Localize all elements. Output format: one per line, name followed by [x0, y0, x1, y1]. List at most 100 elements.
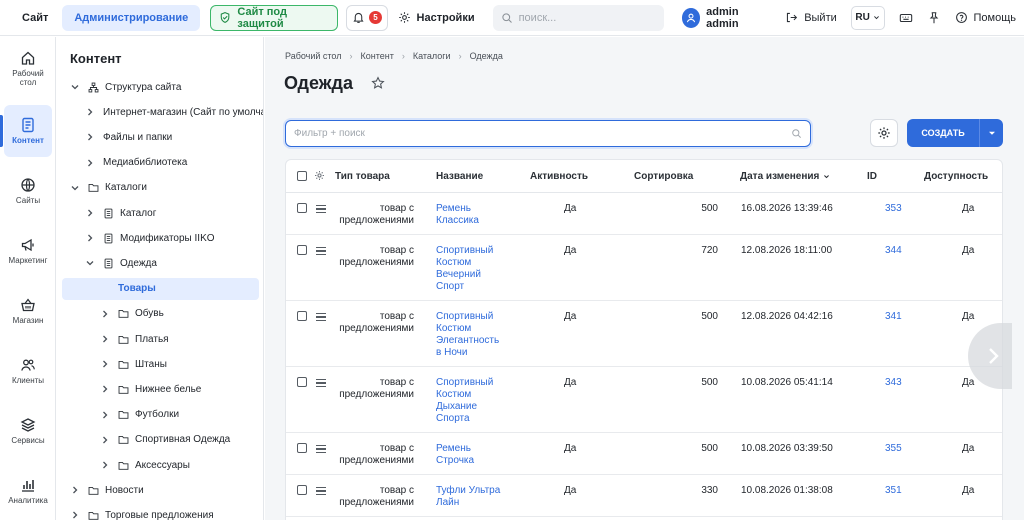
- tree-item[interactable]: Новости: [62, 479, 259, 501]
- tree-item[interactable]: Модификаторы IIKO: [62, 227, 259, 249]
- filter-search-input[interactable]: Фильтр + поиск: [285, 120, 811, 147]
- drag-handle-icon[interactable]: [316, 205, 326, 213]
- cell-id-link[interactable]: 355: [885, 443, 902, 454]
- chevron-right-icon[interactable]: [100, 359, 110, 369]
- column-sort[interactable]: Сортировка: [634, 171, 693, 182]
- tree-item[interactable]: Обувь: [62, 303, 259, 325]
- chevron-right-icon[interactable]: [85, 158, 95, 168]
- columns-gear-icon[interactable]: [314, 170, 326, 182]
- tree-item[interactable]: Аксессуары: [62, 454, 259, 476]
- cell-id-link[interactable]: 351: [885, 485, 902, 496]
- cell-id-link[interactable]: 343: [885, 377, 902, 388]
- nav-clients[interactable]: Клиенты: [4, 345, 52, 397]
- settings-button[interactable]: Настройки: [398, 11, 475, 24]
- tree-item[interactable]: Спортивная Одежда: [62, 429, 259, 451]
- chevron-right-icon[interactable]: [85, 132, 95, 142]
- logout-button[interactable]: Выйти: [785, 11, 837, 24]
- select-all-checkbox[interactable]: [297, 171, 307, 181]
- drag-handle-icon[interactable]: [316, 379, 326, 387]
- chevron-down-icon[interactable]: [70, 183, 80, 193]
- cell-name-link[interactable]: Спортивный Костюм Дыхание Спорта: [436, 377, 516, 425]
- cell-name-link[interactable]: Ремень Классика: [436, 203, 516, 227]
- nav-content[interactable]: Контент: [0, 105, 52, 157]
- row-checkbox[interactable]: [297, 311, 307, 321]
- table-row[interactable]: товар с предложениями Ремень Строчка Да 500 10…: [286, 433, 1002, 475]
- breadcrumb-content[interactable]: Контент: [361, 51, 394, 61]
- chevron-right-icon[interactable]: [100, 460, 110, 470]
- column-type[interactable]: Тип товара: [335, 171, 390, 182]
- chevron-right-icon[interactable]: [85, 107, 95, 117]
- table-row[interactable]: товар с предложениями Спортивный Костюм Дыха…: [286, 367, 1002, 433]
- tree-item[interactable]: Структура сайта: [62, 76, 259, 98]
- row-checkbox[interactable]: [297, 485, 307, 495]
- tree-item[interactable]: Каталог: [62, 202, 259, 224]
- chevron-right-icon[interactable]: [70, 485, 80, 495]
- drag-handle-icon[interactable]: [316, 247, 326, 255]
- tree-item[interactable]: Файлы и папки: [62, 126, 259, 148]
- chevron-right-icon[interactable]: [70, 510, 80, 520]
- list-settings-button[interactable]: [870, 119, 898, 147]
- favorite-star-icon[interactable]: [371, 76, 385, 90]
- tree-item[interactable]: Медиабиблиотека: [62, 152, 259, 174]
- table-row[interactable]: товар с предложениями Спортивный Костюм Вече…: [286, 235, 1002, 301]
- chevron-right-icon[interactable]: [100, 334, 110, 344]
- table-row[interactable]: товар с предложениями Туфли Ультра Лайн Да 33…: [286, 475, 1002, 517]
- nav-desktop[interactable]: Рабочий стол: [4, 43, 52, 95]
- column-id[interactable]: ID: [867, 171, 877, 182]
- cell-id-link[interactable]: 341: [885, 311, 902, 322]
- nav-analytics[interactable]: Аналитика: [4, 465, 52, 517]
- tree-item[interactable]: Футболки: [62, 404, 259, 426]
- help-button[interactable]: Помощь: [955, 11, 1016, 24]
- tree-item[interactable]: Платья: [62, 328, 259, 350]
- cell-id-link[interactable]: 353: [885, 203, 902, 214]
- tree-item[interactable]: Нижнее белье: [62, 378, 259, 400]
- site-link[interactable]: Сайт: [22, 12, 48, 24]
- drag-handle-icon[interactable]: [316, 487, 326, 495]
- breadcrumb-catalogs[interactable]: Каталоги: [413, 51, 451, 61]
- chevron-right-icon[interactable]: [85, 233, 95, 243]
- pin-button[interactable]: [927, 11, 941, 25]
- cell-name-link[interactable]: Ремень Строчка: [436, 443, 516, 467]
- cell-name-link[interactable]: Спортивный Костюм Элегантность в Ночи: [436, 311, 516, 359]
- table-row[interactable]: товар с предложениями Спортивный Костюм Элег…: [286, 301, 1002, 367]
- row-checkbox[interactable]: [297, 443, 307, 453]
- chevron-right-icon[interactable]: [100, 435, 110, 445]
- chevron-right-icon[interactable]: [100, 309, 110, 319]
- nav-shop[interactable]: Магазин: [4, 285, 52, 337]
- tree-item[interactable]: Штаны: [62, 353, 259, 375]
- row-checkbox[interactable]: [297, 245, 307, 255]
- cell-name-link[interactable]: Туфли Ультра Лайн: [436, 485, 516, 509]
- user-menu[interactable]: admin admin: [681, 6, 770, 30]
- column-date[interactable]: Дата изменения: [740, 171, 830, 182]
- chevron-down-icon[interactable]: [85, 258, 95, 268]
- tree-item[interactable]: Одежда: [62, 252, 259, 274]
- chevron-down-icon[interactable]: [70, 82, 80, 92]
- drag-handle-icon[interactable]: [316, 445, 326, 453]
- row-checkbox[interactable]: [297, 377, 307, 387]
- nav-sites[interactable]: Сайты: [4, 165, 52, 217]
- notifications-button[interactable]: 5: [346, 4, 388, 31]
- drag-handle-icon[interactable]: [316, 313, 326, 321]
- admin-button[interactable]: Администрирование: [62, 4, 201, 31]
- chevron-right-icon[interactable]: [85, 208, 95, 218]
- tree-item[interactable]: Товары: [62, 277, 259, 300]
- language-select[interactable]: RU: [850, 5, 885, 30]
- column-name[interactable]: Название: [436, 171, 483, 182]
- column-availability[interactable]: Доступность: [924, 171, 988, 182]
- create-button[interactable]: СОЗДАТЬ: [907, 119, 1003, 147]
- chevron-right-icon[interactable]: [100, 384, 110, 394]
- nav-services[interactable]: Сервисы: [4, 405, 52, 457]
- tree-item[interactable]: Торговые предложения: [62, 504, 259, 520]
- column-active[interactable]: Активность: [530, 171, 588, 182]
- create-dropdown-button[interactable]: [979, 119, 1003, 147]
- site-secure-button[interactable]: Сайт под защитой: [210, 4, 339, 31]
- breadcrumb-desktop[interactable]: Рабочий стол: [285, 51, 342, 61]
- table-row[interactable]: товар с предложениями Ремень Классика Да 500 1…: [286, 193, 1002, 235]
- cell-id-link[interactable]: 344: [885, 245, 902, 256]
- chevron-right-icon[interactable]: [100, 410, 110, 420]
- cell-name-link[interactable]: Спортивный Костюм Вечерний Спорт: [436, 245, 516, 293]
- tree-item[interactable]: Интернет-магазин (Сайт по умолча: [62, 101, 263, 123]
- row-checkbox[interactable]: [297, 203, 307, 213]
- keyboard-button[interactable]: [899, 11, 913, 25]
- tree-item[interactable]: Каталоги: [62, 177, 259, 199]
